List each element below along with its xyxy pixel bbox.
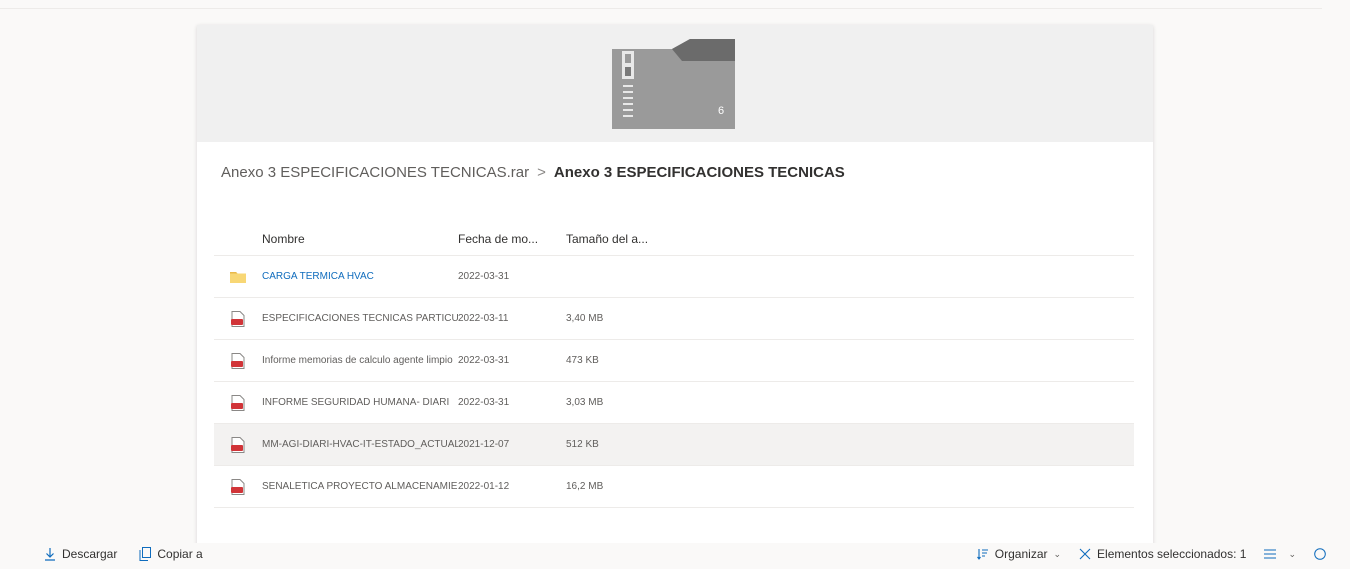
file-size: 3,03 MB <box>566 397 604 408</box>
file-name[interactable]: Informe memorias de calculo agente limpi… <box>262 355 458 366</box>
zip-folder-icon: 6 <box>612 39 735 129</box>
sort-button[interactable]: Organizar ⌄ <box>976 547 1062 561</box>
chevron-down-icon: ⌄ <box>1053 548 1062 559</box>
column-header-size[interactable]: Tamaño del a... <box>566 232 686 246</box>
list-view-icon <box>1264 549 1277 559</box>
archive-viewer-card: 6 Anexo 3 ESPECIFICACIONES TECNICAS.rar … <box>197 25 1153 550</box>
breadcrumb: Anexo 3 ESPECIFICACIONES TECNICAS.rar > … <box>221 161 845 183</box>
info-button[interactable] <box>1314 548 1332 560</box>
breadcrumb-separator-icon: > <box>537 163 546 181</box>
file-name[interactable]: ESPECIFICACIONES TECNICAS PARTICULARES <box>262 313 458 324</box>
close-icon <box>1079 548 1091 560</box>
command-bar: Descargar Copiar a Organizar ⌄ Elementos… <box>0 543 1350 569</box>
pdf-file-icon <box>231 352 245 369</box>
list-item[interactable]: INFORME SEGURIDAD HUMANA- DIARI 2022-03-… <box>214 382 1134 424</box>
sort-label: Organizar <box>994 547 1048 561</box>
file-size: 16,2 MB <box>566 481 604 492</box>
info-icon <box>1314 548 1326 560</box>
view-options-button[interactable]: ⌄ <box>1264 549 1296 560</box>
pdf-file-icon <box>231 436 245 453</box>
top-divider <box>0 8 1322 9</box>
pdf-file-icon <box>231 394 245 411</box>
file-date: 2022-03-11 <box>458 313 509 324</box>
list-item[interactable]: ESPECIFICACIONES TECNICAS PARTICULARES 2… <box>214 298 1134 340</box>
download-icon <box>45 548 55 561</box>
column-header-name[interactable]: Nombre <box>262 232 458 246</box>
file-name[interactable]: INFORME SEGURIDAD HUMANA- DIARI <box>262 397 458 408</box>
pdf-file-icon <box>231 478 245 495</box>
file-name[interactable]: CARGA TERMICA HVAC <box>262 271 458 282</box>
breadcrumb-parent[interactable]: Anexo 3 ESPECIFICACIONES TECNICAS.rar <box>221 164 529 181</box>
copy-icon <box>139 547 152 561</box>
sort-icon <box>976 549 988 560</box>
list-item[interactable]: CARGA TERMICA HVAC 2022-03-31 <box>214 256 1134 298</box>
folder-icon <box>230 271 246 283</box>
copy-to-button[interactable]: Copiar a <box>139 547 203 561</box>
download-label: Descargar <box>62 547 118 561</box>
file-list: Nombre Fecha de mo... Tamaño del a... CA… <box>214 222 1134 508</box>
list-item[interactable]: SEÑALETICA PROYECTO ALMACENAMIENTO 2022-… <box>214 466 1134 508</box>
copy-to-label: Copiar a <box>157 547 203 561</box>
pdf-file-icon <box>231 310 245 327</box>
file-size: 473 KB <box>566 355 599 366</box>
list-header: Nombre Fecha de mo... Tamaño del a... <box>214 222 1134 256</box>
file-date: 2022-03-31 <box>458 355 510 366</box>
list-item[interactable]: Informe memorias de calculo agente limpi… <box>214 340 1134 382</box>
file-date: 2022-03-31 <box>458 271 510 282</box>
list-item-selected[interactable]: MM-AGI-DIARI-HVAC-IT-ESTADO_ACTUAL 2021-… <box>214 424 1134 466</box>
archive-thumbnail-area: 6 <box>197 25 1153 142</box>
file-size: 3,40 MB <box>566 313 604 324</box>
file-name[interactable]: SEÑALETICA PROYECTO ALMACENAMIENTO <box>262 481 458 492</box>
selected-items-button[interactable]: Elementos seleccionados: 1 <box>1079 547 1246 561</box>
chevron-down-icon: ⌄ <box>1288 548 1296 559</box>
file-name[interactable]: MM-AGI-DIARI-HVAC-IT-ESTADO_ACTUAL <box>262 439 458 450</box>
selected-items-label: Elementos seleccionados: 1 <box>1097 547 1247 561</box>
file-date: 2022-03-31 <box>458 397 510 408</box>
download-button[interactable]: Descargar <box>44 547 117 561</box>
file-date: 2021-12-07 <box>458 439 510 450</box>
item-count: 6 <box>718 105 724 117</box>
breadcrumb-current: Anexo 3 ESPECIFICACIONES TECNICAS <box>553 163 845 181</box>
column-header-date[interactable]: Fecha de mo... <box>458 232 566 246</box>
file-date: 2022-01-12 <box>458 481 510 492</box>
file-size: 512 KB <box>566 439 599 450</box>
